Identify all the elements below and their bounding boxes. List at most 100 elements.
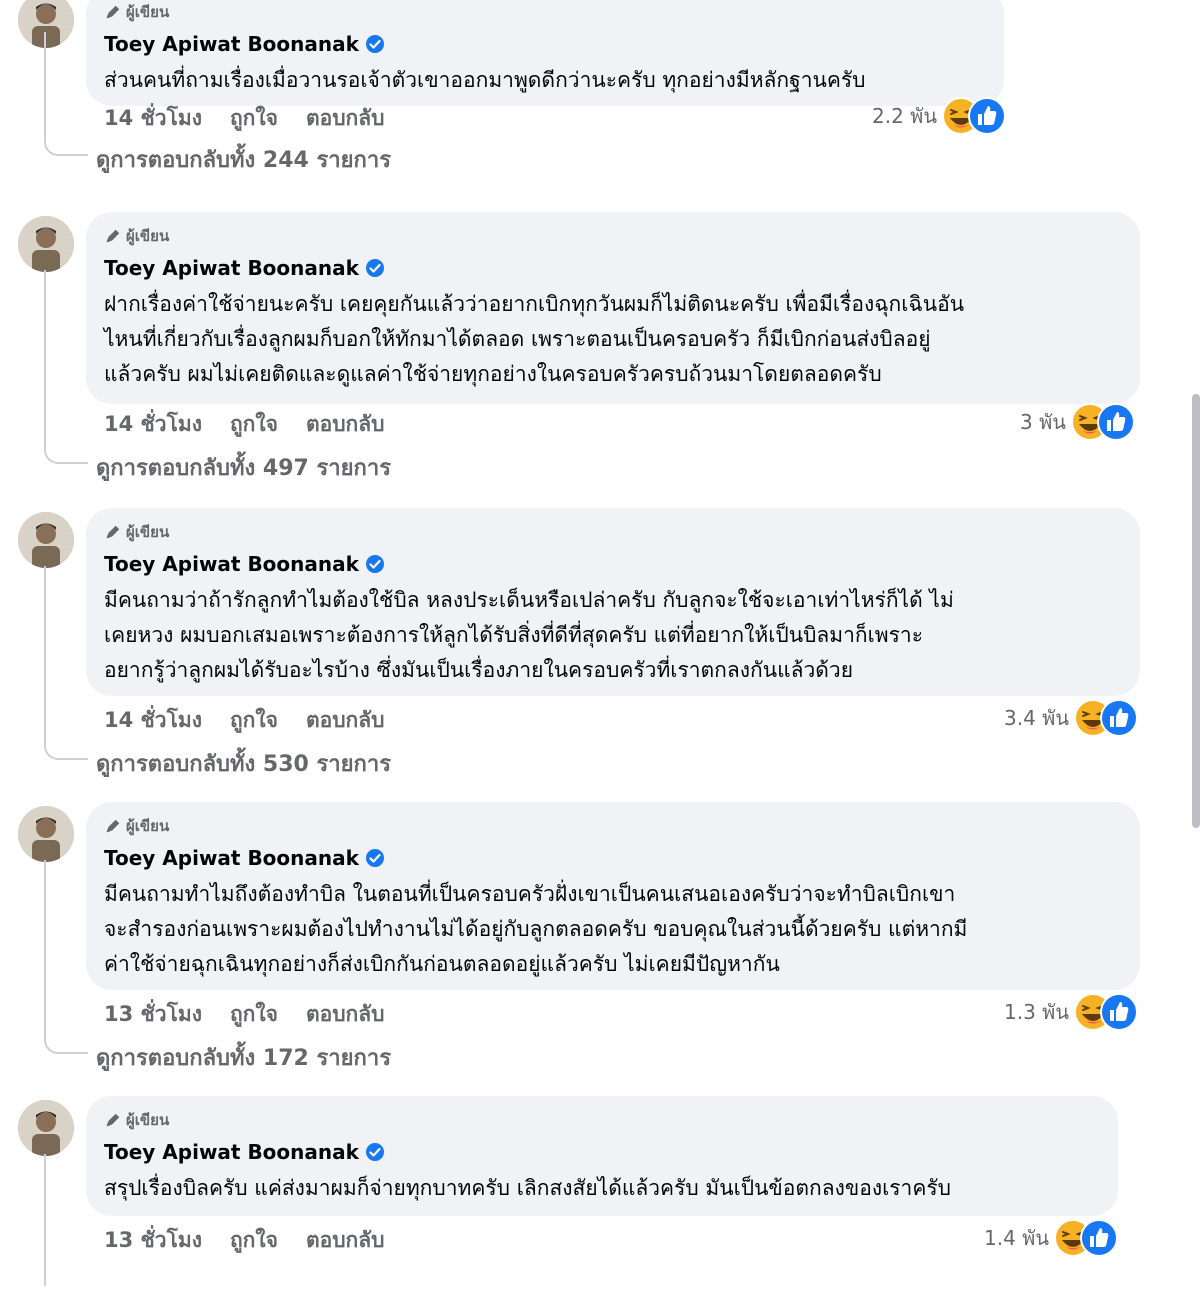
comment-timestamp[interactable]: 14 ชั่วโมง xyxy=(104,408,202,441)
view-replies-link[interactable]: ดูการตอบกลับทั้ง 530 รายการ xyxy=(96,746,391,781)
author-name-text[interactable]: Toey Apiwat Boonanak xyxy=(104,256,359,280)
author-badge-label: ผู้เขียน xyxy=(126,227,170,245)
comment-thread: ผู้เขียน Toey Apiwat Boonanak สรุปเรื่องบิ… xyxy=(0,1096,1200,1316)
reply-button[interactable]: ตอบกลับ xyxy=(306,1224,385,1257)
reply-button[interactable]: ตอบกลับ xyxy=(306,102,385,135)
comment-bubble: ผู้เขียน Toey Apiwat Boonanak ฝากเรื่องค่า… xyxy=(86,212,1140,404)
like-icon xyxy=(1080,1219,1119,1257)
comment-thread: ผู้เขียน Toey Apiwat Boonanak มีคนถามว่าถ้… xyxy=(0,508,1200,790)
verified-badge-icon xyxy=(365,258,385,278)
verified-badge-icon xyxy=(365,554,385,574)
view-replies-link[interactable]: ดูการตอบกลับทั้ง 172 รายการ xyxy=(96,1040,391,1075)
comment-actions: 14 ชั่วโมง ถูกใจ ตอบกลับ xyxy=(104,704,384,737)
reply-button[interactable]: ตอบกลับ xyxy=(306,998,385,1031)
reply-thread-line xyxy=(44,566,46,738)
comment-line: มีคนถามว่าถ้ารักลูกทำไมต้องใช้บิล หลงประ… xyxy=(104,588,954,612)
reply-button[interactable]: ตอบกลับ xyxy=(306,408,385,441)
reaction-summary[interactable]: 1.4 พัน xyxy=(984,1218,1119,1258)
pen-icon xyxy=(104,817,122,835)
pen-icon xyxy=(104,1111,122,1129)
author-badge-label: ผู้เขียน xyxy=(126,1111,170,1129)
reply-thread-line xyxy=(44,32,46,134)
reaction-summary[interactable]: 2.2 พัน xyxy=(872,96,1007,136)
author-name[interactable]: Toey Apiwat Boonanak xyxy=(104,32,385,56)
reaction-count: 3 พัน xyxy=(1020,410,1066,434)
comment-thread: ผู้เขียน Toey Apiwat Boonanak มีคนถามทำไมถ… xyxy=(0,802,1200,1084)
comment-timestamp[interactable]: 13 ชั่วโมง xyxy=(104,998,202,1031)
comment-bubble: ผู้เขียน Toey Apiwat Boonanak มีคนถามว่าถ้… xyxy=(86,508,1140,696)
author-badge: ผู้เขียน xyxy=(104,0,169,24)
like-button[interactable]: ถูกใจ xyxy=(230,1224,278,1257)
comment-thread: ผู้เขียน Toey Apiwat Boonanak ฝากเรื่องค่า… xyxy=(0,212,1200,494)
view-replies-link[interactable]: ดูการตอบกลับทั้ง 497 รายการ xyxy=(96,450,391,485)
scrollbar[interactable] xyxy=(1192,394,1200,828)
verified-badge-icon xyxy=(365,1142,385,1162)
like-icon xyxy=(1096,403,1135,441)
reaction-icons xyxy=(1070,402,1135,442)
reply-thread-curve xyxy=(44,440,88,464)
comment-bubble: ผู้เขียน Toey Apiwat Boonanak มีคนถามทำไมถ… xyxy=(86,802,1140,990)
like-button[interactable]: ถูกใจ xyxy=(230,102,278,135)
comment-line: ค่าใช้จ่ายฉุกเฉินทุกอย่างก็ส่งเบิกกันก่อ… xyxy=(104,952,780,976)
reply-thread-line xyxy=(44,860,46,1032)
comment-text: สรุปเรื่องบิลครับ แค่ส่งมาผมก็จ่ายทุกบาท… xyxy=(104,1171,1108,1206)
author-avatar[interactable] xyxy=(18,1100,74,1156)
comment-actions: 13 ชั่วโมง ถูกใจ ตอบกลับ xyxy=(104,998,384,1031)
author-name[interactable]: Toey Apiwat Boonanak xyxy=(104,256,385,280)
reply-thread-curve xyxy=(44,132,88,156)
reply-button[interactable]: ตอบกลับ xyxy=(306,704,385,737)
reaction-count: 1.3 พัน xyxy=(1004,1000,1070,1024)
comment-timestamp[interactable]: 14 ชั่วโมง xyxy=(104,704,202,737)
comment-line: มีคนถามทำไมถึงต้องทำบิล ในตอนที่เป็นครอบ… xyxy=(104,882,956,906)
author-name[interactable]: Toey Apiwat Boonanak xyxy=(104,846,385,870)
author-avatar[interactable] xyxy=(18,806,74,862)
author-name-text[interactable]: Toey Apiwat Boonanak xyxy=(104,846,359,870)
comment-line: อยากรู้ว่าลูกผมได้รับอะไรบ้าง ซึ่งมันเป็… xyxy=(104,658,854,682)
reaction-summary[interactable]: 3.4 พัน xyxy=(1004,698,1139,738)
comment-line: สรุปเรื่องบิลครับ แค่ส่งมาผมก็จ่ายทุกบาท… xyxy=(104,1176,952,1200)
author-name[interactable]: Toey Apiwat Boonanak xyxy=(104,1140,385,1164)
author-name-text[interactable]: Toey Apiwat Boonanak xyxy=(104,32,359,56)
pen-icon xyxy=(104,227,122,245)
comment-feed: ผู้เขียน Toey Apiwat Boonanak ส่วนคนที่ถาม… xyxy=(0,0,1200,1286)
like-button[interactable]: ถูกใจ xyxy=(230,408,278,441)
comment-bubble: ผู้เขียน Toey Apiwat Boonanak สรุปเรื่องบิ… xyxy=(86,1096,1118,1216)
comment-text: ส่วนคนที่ถามเรื่องเมื่อวานรอเจ้าตัวเขาออ… xyxy=(104,63,994,98)
reaction-icons xyxy=(1073,992,1139,1032)
author-badge: ผู้เขียน xyxy=(104,1108,169,1132)
reply-thread-curve xyxy=(44,1030,88,1054)
reaction-icons xyxy=(1053,1218,1119,1258)
reaction-summary[interactable]: 1.3 พัน xyxy=(1004,992,1139,1032)
like-icon xyxy=(1100,699,1139,737)
like-icon xyxy=(968,97,1007,135)
view-replies-link[interactable]: ดูการตอบกลับทั้ง 244 รายการ xyxy=(96,142,391,177)
comment-timestamp[interactable]: 13 ชั่วโมง xyxy=(104,1224,202,1257)
reaction-summary[interactable]: 3 พัน xyxy=(1020,402,1135,442)
comment-timestamp[interactable]: 14 ชั่วโมง xyxy=(104,102,202,135)
author-avatar[interactable] xyxy=(18,0,74,48)
author-name[interactable]: Toey Apiwat Boonanak xyxy=(104,552,385,576)
reaction-icons xyxy=(941,96,1007,136)
like-button[interactable]: ถูกใจ xyxy=(230,998,278,1031)
comment-line: ไหนที่เกี่ยวกับเรื่องลูกผมก็บอกให้ทักมาไ… xyxy=(104,327,931,351)
author-badge-label: ผู้เขียน xyxy=(126,817,170,835)
comment-line: จะสำรองก่อนเพราะผมต้องไปทำงานไม่ได้อยู่ก… xyxy=(104,917,968,941)
like-icon xyxy=(1100,993,1139,1031)
reaction-icons xyxy=(1073,698,1139,738)
author-badge-label: ผู้เขียน xyxy=(126,523,170,541)
author-avatar[interactable] xyxy=(18,216,74,272)
reply-thread-line xyxy=(44,270,46,442)
comment-actions: 13 ชั่วโมง ถูกใจ ตอบกลับ xyxy=(104,1224,384,1257)
comment-text: มีคนถามทำไมถึงต้องทำบิล ในตอนที่เป็นครอบ… xyxy=(104,877,1130,982)
comment-line: เคยหวง ผมบอกเสมอเพราะต้องการให้ลูกได้รับ… xyxy=(104,623,923,647)
author-name-text[interactable]: Toey Apiwat Boonanak xyxy=(104,1140,359,1164)
author-avatar[interactable] xyxy=(18,512,74,568)
author-name-text[interactable]: Toey Apiwat Boonanak xyxy=(104,552,359,576)
like-button[interactable]: ถูกใจ xyxy=(230,704,278,737)
comment-actions: 14 ชั่วโมง ถูกใจ ตอบกลับ xyxy=(104,102,384,135)
comment-actions: 14 ชั่วโมง ถูกใจ ตอบกลับ xyxy=(104,408,384,441)
comment-bubble: ผู้เขียน Toey Apiwat Boonanak ส่วนคนที่ถาม… xyxy=(86,0,1004,106)
pen-icon xyxy=(104,3,122,21)
verified-badge-icon xyxy=(365,34,385,54)
author-badge-label: ผู้เขียน xyxy=(126,3,170,21)
